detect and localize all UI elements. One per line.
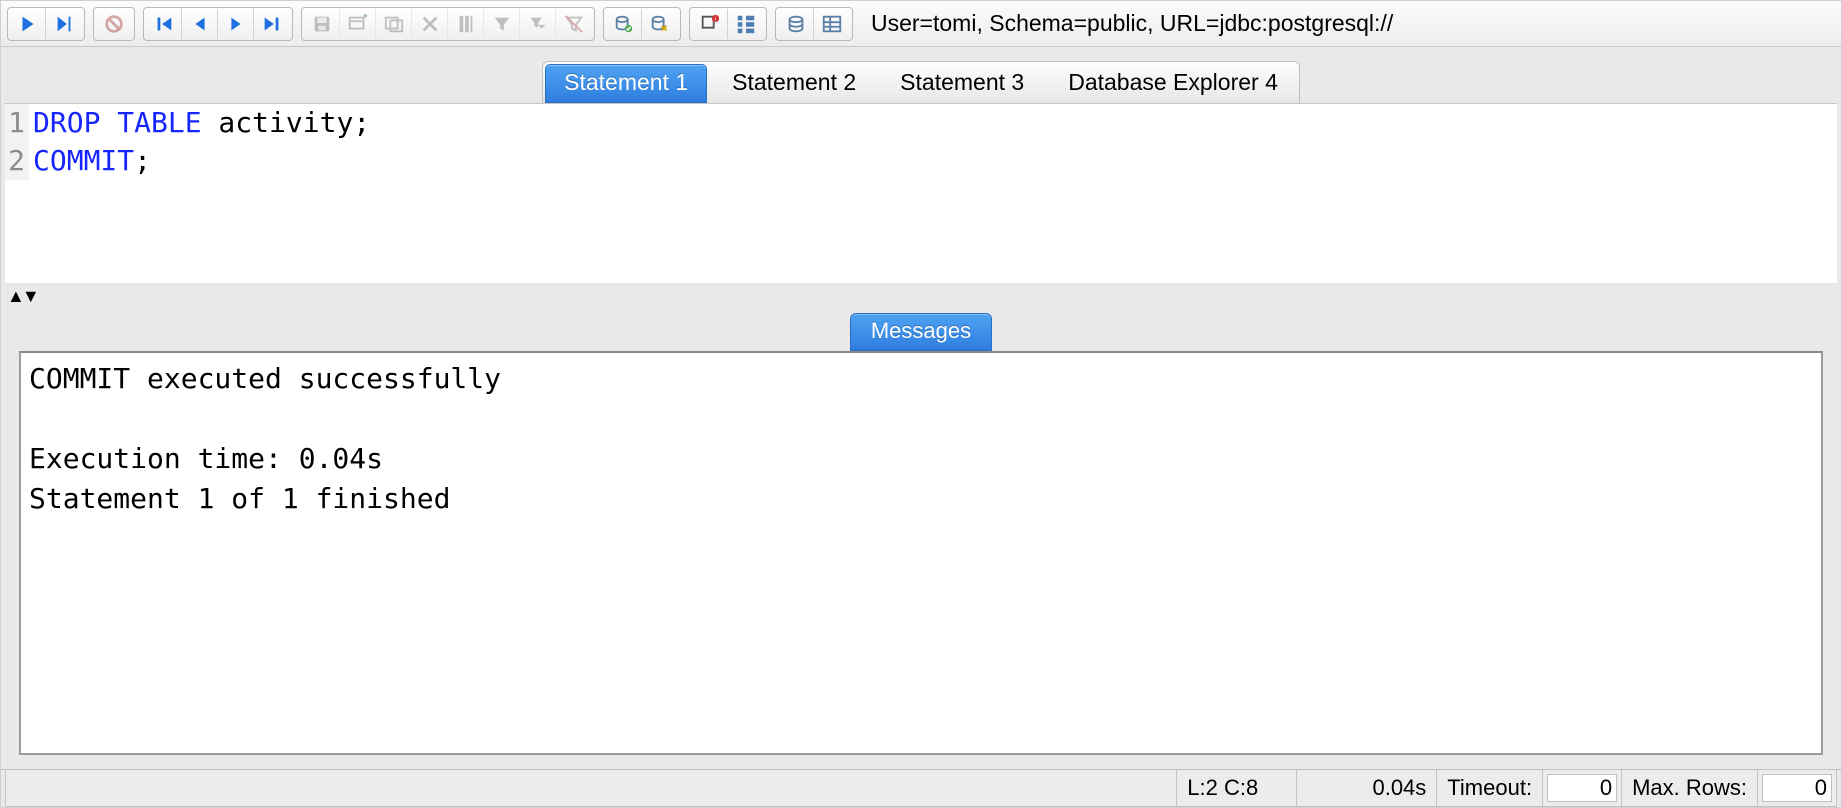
code-text[interactable]: COMMIT; — [29, 142, 151, 180]
add-row-button[interactable] — [340, 9, 376, 39]
maxrows-cell — [1758, 770, 1837, 807]
splitter-handle[interactable]: ▲▼ — [1, 283, 1841, 309]
splitter-icon: ▲▼ — [7, 291, 37, 301]
database-view-button[interactable] — [778, 9, 814, 39]
first-row-button[interactable] — [146, 9, 182, 39]
run-group — [7, 7, 85, 41]
toolbar: ! User=tomi, Schema=public, URL=jdbc:pos… — [1, 1, 1841, 47]
tabs: Statement 1Statement 2Statement 3Databas… — [542, 61, 1300, 103]
execution-time: 0.04s — [1297, 770, 1437, 807]
maxrows-input[interactable] — [1762, 774, 1832, 802]
sql-editor[interactable]: 1DROP TABLE activity;2COMMIT; — [5, 103, 1837, 283]
show-db-tree-button[interactable] — [728, 9, 764, 39]
rollback-button[interactable] — [642, 9, 678, 39]
connection-string: User=tomi, Schema=public, URL=jdbc:postg… — [861, 10, 1835, 37]
gutter-line-number: 2 — [5, 142, 29, 180]
view-group — [775, 7, 853, 41]
status-spacer — [5, 770, 1177, 807]
messages-output: COMMIT executed successfully Execution t… — [19, 351, 1823, 755]
tab-statement-2[interactable]: Statement 2 — [713, 64, 875, 103]
maxrows-label: Max. Rows: — [1622, 770, 1758, 807]
cursor-position: L:2 C:8 — [1177, 770, 1297, 807]
timeout-label: Timeout: — [1437, 770, 1543, 807]
clear-filter-button[interactable] — [556, 9, 592, 39]
nav-group — [143, 7, 293, 41]
table-view-button[interactable] — [814, 9, 850, 39]
tab-statement-1[interactable]: Statement 1 — [545, 64, 707, 103]
tabs-row: Statement 1Statement 2Statement 3Databas… — [1, 47, 1841, 103]
delete-row-button[interactable] — [412, 9, 448, 39]
messages-wrapper: COMMIT executed successfully Execution t… — [1, 351, 1841, 769]
editor-line[interactable]: 2COMMIT; — [5, 142, 1837, 180]
filter-button[interactable] — [484, 9, 520, 39]
save-button[interactable] — [304, 9, 340, 39]
tab-database-explorer-4[interactable]: Database Explorer 4 — [1049, 64, 1297, 103]
code-text[interactable]: DROP TABLE activity; — [29, 104, 370, 142]
edit-group — [301, 7, 595, 41]
last-row-button[interactable] — [254, 9, 290, 39]
execute-button[interactable] — [10, 9, 46, 39]
duplicate-row-button[interactable] — [376, 9, 412, 39]
tx-group — [603, 7, 681, 41]
next-row-button[interactable] — [218, 9, 254, 39]
tab-statement-3[interactable]: Statement 3 — [881, 64, 1043, 103]
stop-on-error-button[interactable]: ! — [692, 9, 728, 39]
gutter-line-number: 1 — [5, 104, 29, 142]
content-area: Statement 1Statement 2Statement 3Databas… — [1, 47, 1841, 769]
editor-line[interactable]: 1DROP TABLE activity; — [5, 104, 1837, 142]
prev-row-button[interactable] — [182, 9, 218, 39]
timeout-cell — [1543, 770, 1622, 807]
commit-button[interactable] — [606, 9, 642, 39]
filter-dropdown-button[interactable] — [520, 9, 556, 39]
cancel-button[interactable] — [96, 9, 132, 39]
tools-group: ! — [689, 7, 767, 41]
tab-messages[interactable]: Messages — [850, 313, 992, 351]
status-bar: L:2 C:8 0.04s Timeout: Max. Rows: — [1, 769, 1841, 807]
messages-tab-row: Messages — [1, 309, 1841, 351]
timeout-input[interactable] — [1547, 774, 1617, 802]
select-columns-button[interactable] — [448, 9, 484, 39]
cancel-group — [93, 7, 135, 41]
execute-current-button[interactable] — [46, 9, 82, 39]
